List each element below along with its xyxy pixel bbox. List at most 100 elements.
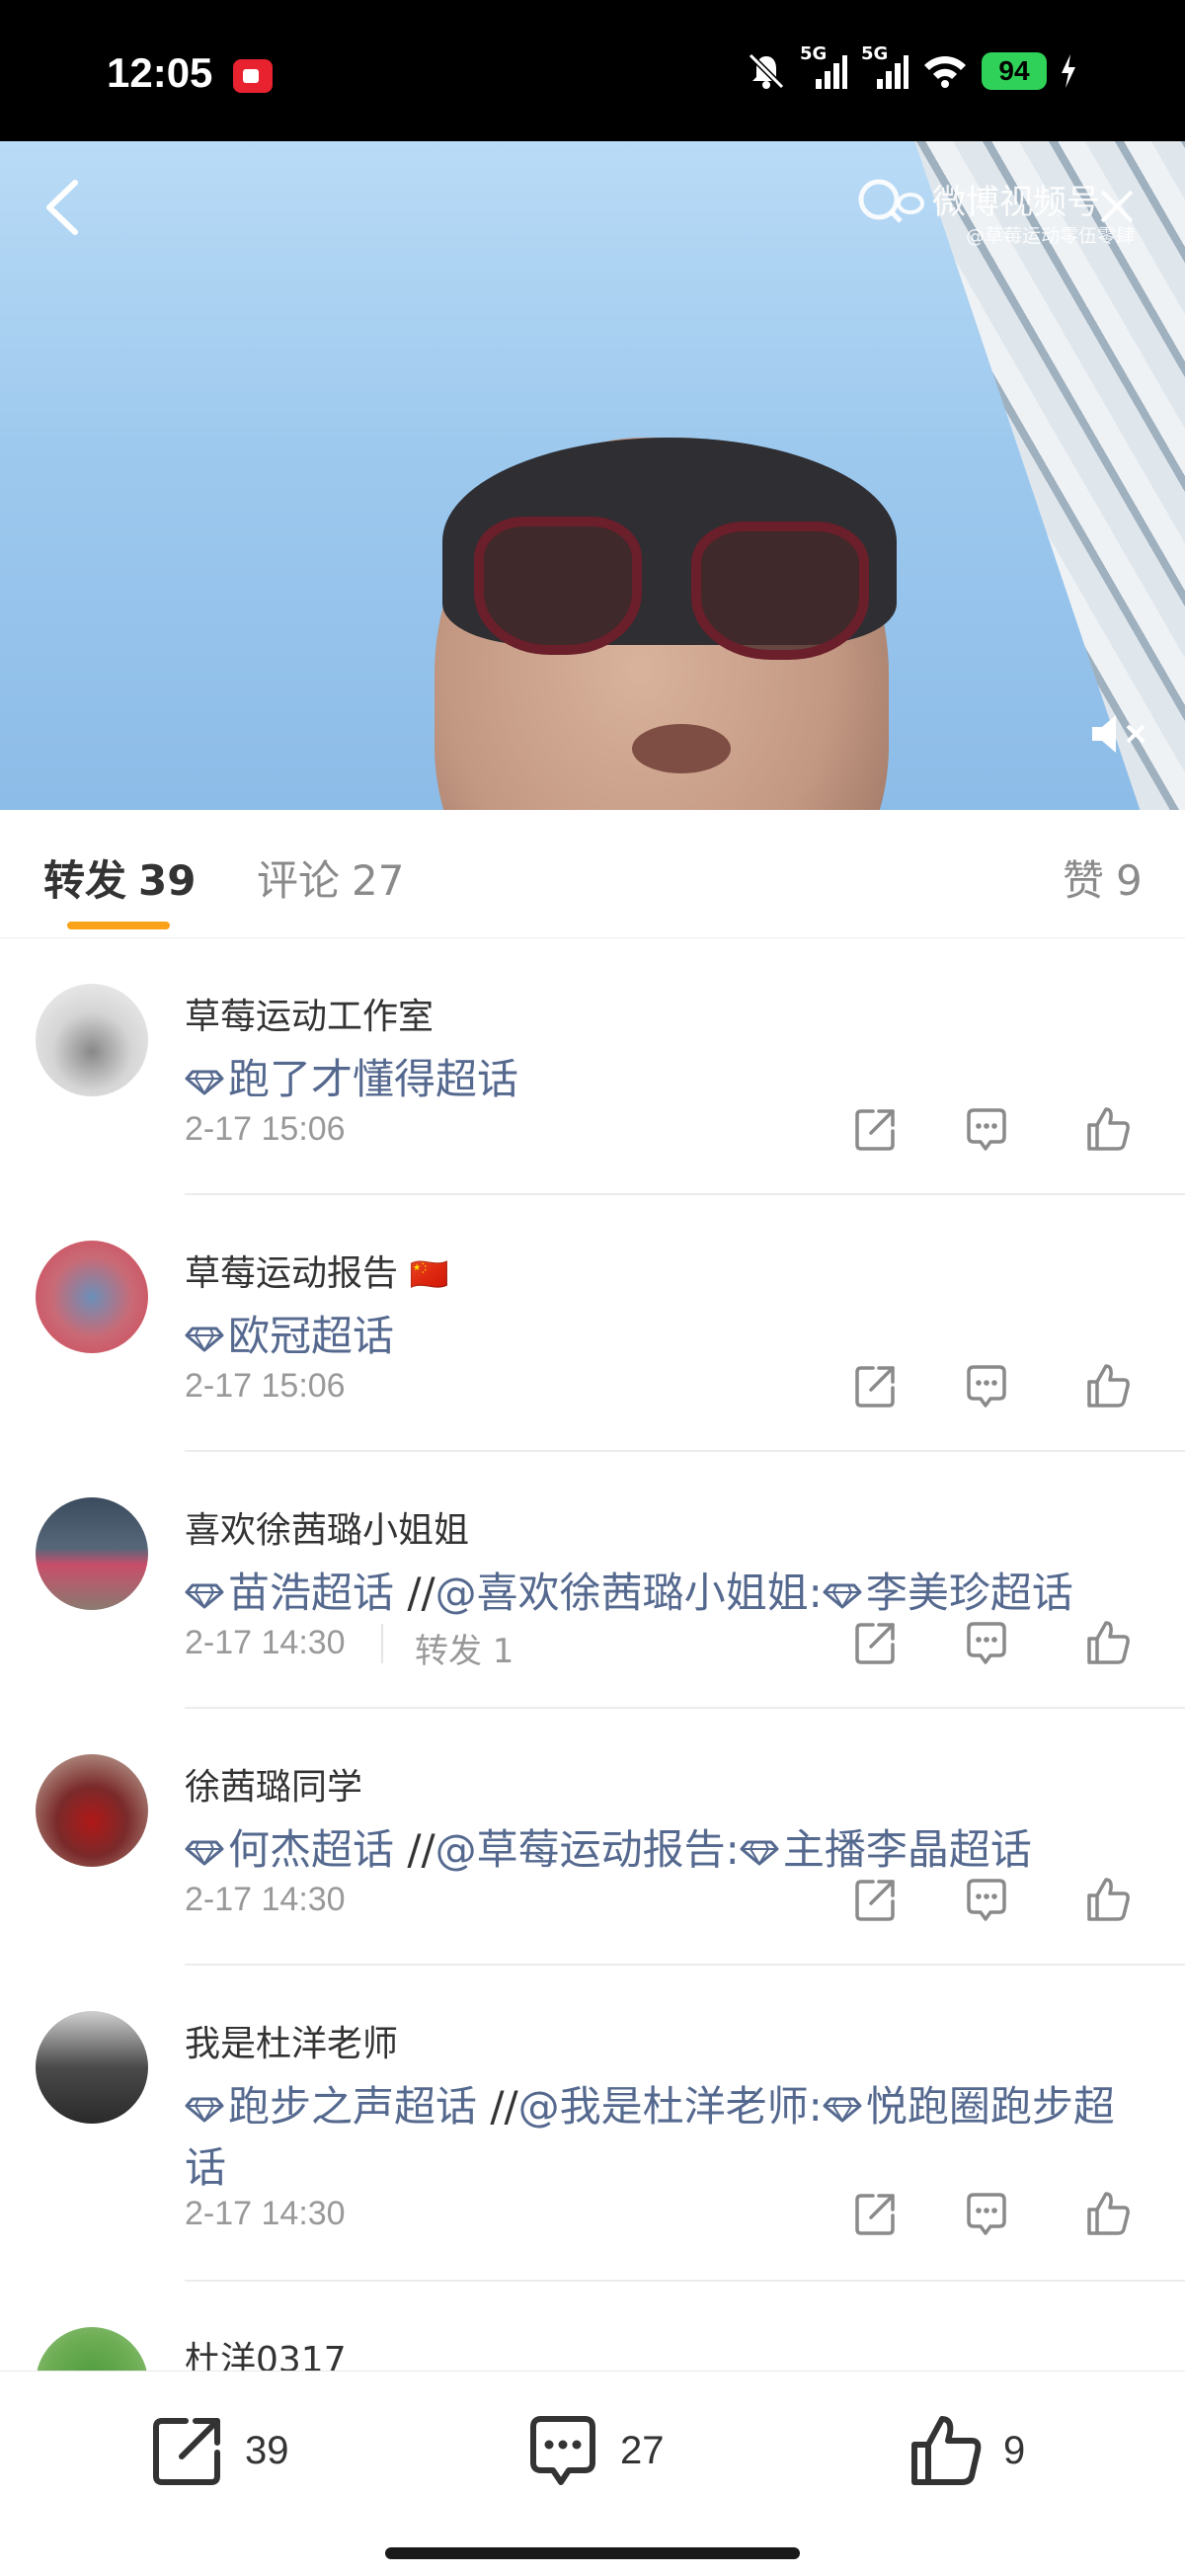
super-topic-link[interactable]: 跑了才懂得超话 xyxy=(185,1055,518,1103)
watermark-title: 微博视频号 xyxy=(932,182,1100,222)
mention-link[interactable]: @草莓运动报告: xyxy=(435,1825,740,1874)
item-like-icon[interactable] xyxy=(1084,1876,1132,1923)
tab-like-count: 9 xyxy=(1116,856,1143,905)
bottom-like-button[interactable]: 9 xyxy=(907,2411,1025,2490)
wifi-icon xyxy=(924,56,966,88)
item-like-icon[interactable] xyxy=(1084,1105,1132,1153)
bottom-repost-button[interactable]: 39 xyxy=(148,2411,289,2490)
tab-like[interactable]: 赞9 xyxy=(1063,847,1143,908)
item-repost-icon[interactable] xyxy=(851,1876,899,1923)
screen-record-icon xyxy=(233,59,273,93)
home-indicator[interactable] xyxy=(385,2547,800,2559)
super-topic-icon xyxy=(740,1840,779,1866)
super-topic-link[interactable]: 何杰超话 xyxy=(185,1825,394,1874)
super-topic-icon xyxy=(185,1070,224,1095)
item-comment-icon[interactable] xyxy=(963,1105,1010,1153)
repost-content: 跑了才懂得超话 xyxy=(185,1049,1133,1110)
avatar[interactable] xyxy=(36,1497,148,1610)
avatar[interactable] xyxy=(36,984,148,1096)
super-topic-link[interactable]: 主播李晶超话 xyxy=(740,1825,1032,1874)
repost-item[interactable]: 草莓运动工作室跑了才懂得超话 2-17 15:06 xyxy=(0,938,1185,1195)
tab-repost-label: 转发 xyxy=(43,856,127,905)
item-like-icon[interactable] xyxy=(1084,1619,1132,1666)
china-flag-icon: 🇨🇳 xyxy=(409,1255,449,1293)
avatar[interactable] xyxy=(36,1241,148,1353)
tab-repost[interactable]: 转发 39 xyxy=(43,847,196,908)
item-comment-icon[interactable] xyxy=(963,2190,1010,2237)
item-comment-icon[interactable] xyxy=(963,1362,1010,1409)
item-repost-icon[interactable] xyxy=(851,2190,899,2237)
item-like-icon[interactable] xyxy=(1084,1362,1132,1409)
super-topic-link[interactable]: 欧冠超话 xyxy=(185,1312,394,1360)
tab-comment-label: 评论 xyxy=(257,856,341,905)
tab-comment-count: 27 xyxy=(352,856,405,905)
super-topic-link[interactable]: 李美珍超话 xyxy=(823,1569,1073,1617)
super-topic-icon xyxy=(185,1840,224,1866)
repost-content: 何杰超话 //@草莓运动报告: 主播李晶超话 xyxy=(185,1819,1133,1881)
weibo-logo-icon xyxy=(858,179,924,223)
repost-time: 2-17 14:30 xyxy=(185,1624,346,1661)
charging-icon xyxy=(1062,54,1075,88)
super-topic-text: 主播李晶超话 xyxy=(782,1825,1032,1874)
video-watermark: 微博视频号 xyxy=(855,172,1100,225)
tab-active-indicator xyxy=(67,922,170,929)
avatar[interactable] xyxy=(36,1754,148,1867)
author-name-text: 喜欢徐茜璐小姐姐 xyxy=(185,1510,470,1551)
video-person-glasses-right xyxy=(691,522,869,660)
super-topic-text: 何杰超话 xyxy=(228,1825,395,1874)
signal-1-icon: 5G xyxy=(800,43,847,91)
repost-separator: // xyxy=(394,1569,435,1617)
repost-item[interactable]: 喜欢徐茜璐小姐姐 苗浩超话 //@喜欢徐茜璐小姐姐: 李美珍超话 2-17 14:30… xyxy=(0,1452,1185,1709)
mention-link[interactable]: @我是杜洋老师: xyxy=(518,2082,823,2131)
tab-comment[interactable]: 评论 27 xyxy=(257,847,404,908)
repost-time: 2-17 15:06 xyxy=(185,1367,346,1405)
repost-count[interactable]: 转发 1 xyxy=(415,1624,514,1672)
close-icon[interactable] xyxy=(1094,184,1140,229)
video-person-mouth xyxy=(632,724,731,773)
bottom-action-bar: 39 27 9 xyxy=(0,2371,1185,2576)
item-like-icon[interactable] xyxy=(1084,2190,1132,2237)
author-name-text: 草莓运动报告 xyxy=(185,1253,399,1294)
item-repost-icon[interactable] xyxy=(851,1362,899,1409)
repost-item[interactable]: 杜洋0317 xyxy=(0,2282,1185,2440)
signal-2-icon: 5G xyxy=(861,43,908,91)
super-topic-icon xyxy=(185,1327,224,1352)
repost-author-name[interactable]: 徐茜璐同学 xyxy=(185,1758,362,1810)
item-comment-icon[interactable] xyxy=(963,1619,1010,1666)
mute-icon[interactable] xyxy=(1086,709,1155,759)
repost-separator: // xyxy=(477,2082,518,2131)
repost-item[interactable]: 我是杜洋老师 跑步之声超话 //@我是杜洋老师: 悦跑圈跑步超话 2-17 14:30 xyxy=(0,1966,1185,2282)
super-topic-link[interactable]: 苗浩超话 xyxy=(185,1569,394,1617)
repost-author-name[interactable]: 喜欢徐茜璐小姐姐 xyxy=(185,1501,469,1553)
author-name-text: 我是杜洋老师 xyxy=(185,2024,399,2064)
app-root: 12:05 5G 5G 94 微博视频号 @草莓运动零伍零肆 转发 39 评论 … xyxy=(0,0,1185,2576)
avatar[interactable] xyxy=(36,2011,148,2124)
item-comment-icon[interactable] xyxy=(963,1876,1010,1923)
repost-time: 2-17 14:30 xyxy=(185,2195,346,2232)
tab-bar: 转发 39 评论 27 赞9 xyxy=(0,810,1185,938)
mute-bell-icon xyxy=(748,52,785,90)
repost-time: 2-17 15:06 xyxy=(185,1110,346,1148)
mention-link[interactable]: @喜欢徐茜璐小姐姐: xyxy=(435,1569,823,1617)
bottom-comment-button[interactable]: 27 xyxy=(523,2411,665,2490)
repost-author-name[interactable]: 草莓运动报告 🇨🇳 xyxy=(185,1245,448,1296)
repost-author-name[interactable]: 我是杜洋老师 xyxy=(185,2015,398,2066)
video-person-glasses-left xyxy=(474,517,642,655)
bottom-comment-count: 27 xyxy=(620,2428,665,2472)
repost-content: 苗浩超话 //@喜欢徐茜璐小姐姐: 李美珍超话 xyxy=(185,1563,1133,1624)
repost-author-name[interactable]: 草莓运动工作室 xyxy=(185,988,434,1039)
status-icons: 5G 5G 94 xyxy=(747,43,1076,91)
item-repost-icon[interactable] xyxy=(851,1105,899,1153)
super-topic-link[interactable]: 跑步之声超话 xyxy=(185,2082,477,2131)
super-topic-icon xyxy=(823,1583,862,1609)
item-repost-icon[interactable] xyxy=(851,1619,899,1666)
repost-item[interactable]: 徐茜璐同学 何杰超话 //@草莓运动报告: 主播李晶超话 2-17 14:30 xyxy=(0,1709,1185,1966)
super-topic-icon xyxy=(185,1583,224,1609)
tab-like-label: 赞 xyxy=(1063,856,1105,905)
bottom-repost-count: 39 xyxy=(245,2428,289,2472)
repost-icon xyxy=(153,2418,220,2485)
back-button[interactable] xyxy=(36,173,95,242)
repost-content: 欧冠超话 xyxy=(185,1306,1133,1367)
status-time: 12:05 xyxy=(107,49,213,96)
repost-item[interactable]: 草莓运动报告 🇨🇳 欧冠超话 2-17 15:06 xyxy=(0,1195,1185,1452)
